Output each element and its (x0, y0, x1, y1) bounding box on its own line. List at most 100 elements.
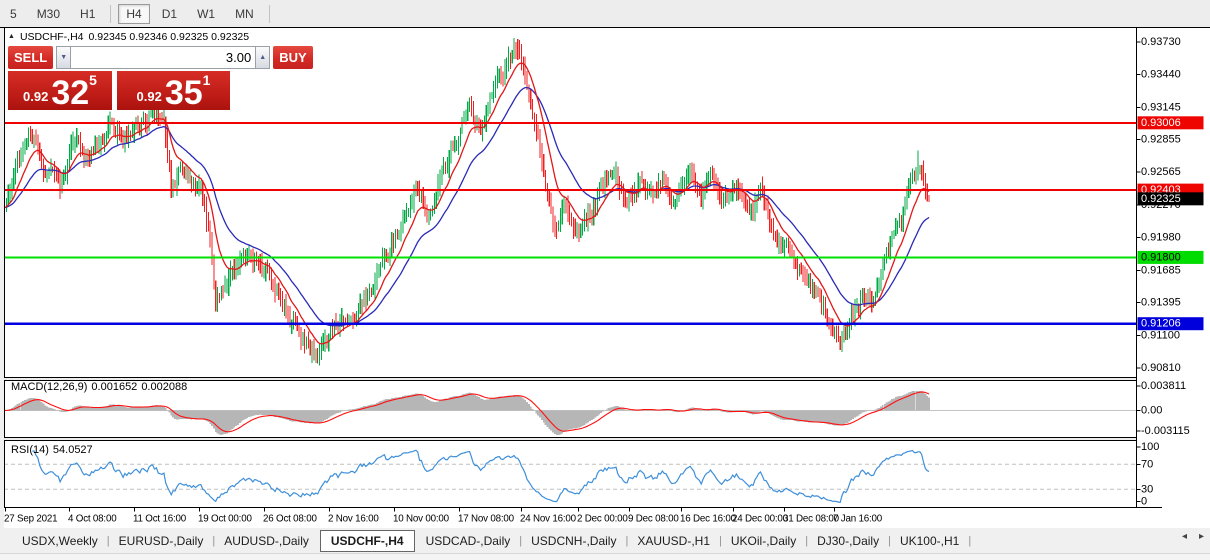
volume-decrease-button[interactable]: ▼ (56, 46, 72, 69)
timeframe-toolbar: 5 M30 H1 H4 D1 W1 MN (0, 0, 1210, 27)
volume-increase-button[interactable]: ▲ (255, 46, 271, 69)
macd-indicator-label: MACD(12,26,9) 0.001652 0.002088 (11, 381, 191, 393)
tab-usdcad-daily[interactable]: USDCAD-,Daily (418, 531, 519, 551)
svg-text:30: 30 (1141, 483, 1153, 495)
svg-text:16 Dec 16:00: 16 Dec 16:00 (680, 514, 737, 525)
tab-dj30-daily[interactable]: DJ30-,Daily (809, 531, 887, 551)
macd-name: MACD(12,26,9) (11, 381, 88, 393)
sell-price-pip-digit: 5 (89, 72, 97, 88)
svg-text:19 Oct 00:00: 19 Oct 00:00 (198, 514, 252, 525)
tab-eurusd-daily[interactable]: EURUSD-,Daily (111, 531, 212, 551)
timeframe-button-d1[interactable]: D1 (154, 4, 185, 24)
sell-price-prefix: 0.92 (23, 89, 49, 104)
timeframe-button-mn[interactable]: MN (227, 4, 262, 24)
svg-text:27 Sep 2021: 27 Sep 2021 (4, 514, 57, 525)
svg-text:0.93440: 0.93440 (1141, 68, 1181, 80)
macd-value-signal: 0.002088 (141, 381, 188, 393)
timeframe-button-h4[interactable]: H4 (118, 3, 150, 24)
chart-ohlc-quotes: 0.92345 0.92346 0.92325 0.92325 (88, 30, 250, 43)
buy-price-pip-digit: 1 (202, 72, 211, 88)
tab-ukoil-daily[interactable]: UKOil-,Daily (723, 531, 804, 551)
buy-price-display[interactable]: 0.92 35 1 (117, 71, 230, 110)
svg-text:0.93730: 0.93730 (1141, 36, 1181, 48)
svg-text:31 Dec 08:00: 31 Dec 08:00 (783, 514, 840, 525)
tab-separator: | (888, 534, 891, 547)
one-click-trading-panel: ▲ USDCHF-,H4 0.92345 0.92346 0.92325 0.9… (8, 30, 313, 110)
tab-uk100-h1[interactable]: UK100-,H1 (892, 531, 967, 551)
svg-text:9 Dec 08:00: 9 Dec 08:00 (628, 514, 679, 525)
timeframe-button-m30[interactable]: M30 (29, 4, 68, 24)
trade-panel-header: ▲ USDCHF-,H4 0.92345 0.92346 0.92325 0.9… (8, 30, 249, 43)
trading-terminal-window: 5 M30 H1 H4 D1 W1 MN 0.93730 0.93440 0.93145 0.92… (0, 0, 1210, 560)
svg-text:7 Jan 16:00: 7 Jan 16:00 (833, 514, 883, 525)
tab-separator: | (719, 534, 722, 547)
tab-separator: | (625, 534, 629, 547)
svg-text:100: 100 (1141, 441, 1159, 453)
rsi-name: RSI(14) (11, 444, 49, 456)
toolbar-separator (110, 4, 112, 23)
macd-value-main: 0.001652 (91, 381, 138, 393)
svg-text:0.92855: 0.92855 (1141, 134, 1181, 146)
svg-text:0.003811: 0.003811 (1141, 380, 1186, 392)
buy-button[interactable]: BUY (273, 46, 313, 69)
tab-separator: | (968, 534, 972, 547)
svg-text:0: 0 (1141, 496, 1147, 508)
svg-text:2 Dec 00:00: 2 Dec 00:00 (577, 514, 628, 525)
chart-tab-bar: USDX,Weekly | EURUSD-,Daily | AUDUSD-,Daily U… (0, 528, 1210, 553)
tab-usdchf-h4[interactable]: USDCHF-,H4 (319, 529, 415, 552)
trade-price-row: 0.92 32 5 0.92 35 1 (8, 71, 230, 110)
svg-text:0.91395: 0.91395 (1141, 297, 1181, 309)
tab-separator: | (212, 534, 216, 547)
rsi-indicator-label: RSI(14) 54.0527 (11, 444, 97, 456)
tab-audusd-daily[interactable]: AUDUSD-,Daily (216, 531, 317, 551)
panel-collapse-icon[interactable]: ▲ (8, 33, 15, 40)
svg-text:24 Dec 00:00: 24 Dec 00:00 (732, 514, 789, 525)
svg-text:2 Nov 16:00: 2 Nov 16:00 (328, 514, 379, 525)
arrow-up-icon: ▲ (259, 54, 267, 61)
svg-text:0.92565: 0.92565 (1141, 166, 1181, 178)
tab-usdcnh-daily[interactable]: USDCNH-,Daily (523, 531, 624, 551)
svg-text:0.91800: 0.91800 (1141, 251, 1181, 263)
svg-text:0.93145: 0.93145 (1141, 101, 1181, 113)
svg-text:0.92325: 0.92325 (1141, 193, 1181, 205)
tab-separator: | (805, 534, 809, 547)
svg-text:0.93006: 0.93006 (1141, 117, 1181, 129)
tab-scroll-arrows: ◂ ▸ (1182, 532, 1204, 542)
timeframe-button-5[interactable]: 5 (2, 4, 25, 24)
volume-stepper: ▼ ▲ (56, 46, 271, 69)
volume-input[interactable] (71, 46, 256, 69)
toolbar-separator (268, 4, 270, 23)
svg-text:0.00: 0.00 (1141, 405, 1162, 417)
svg-text:24 Nov 16:00: 24 Nov 16:00 (520, 514, 577, 525)
sell-price-display[interactable]: 0.92 32 5 (8, 71, 112, 110)
chart-symbol-title: USDCHF-,H4 (19, 30, 84, 43)
svg-text:0.91685: 0.91685 (1141, 264, 1181, 276)
svg-text:0.91100: 0.91100 (1141, 330, 1180, 342)
tabs-scroll-left-icon[interactable]: ◂ (1182, 532, 1187, 542)
svg-text:11 Oct 16:00: 11 Oct 16:00 (133, 514, 187, 525)
tab-separator: | (106, 534, 110, 547)
tabs-scroll-right-icon[interactable]: ▸ (1199, 532, 1204, 542)
svg-text:70: 70 (1141, 458, 1153, 470)
tab-separator: | (519, 534, 523, 547)
svg-text:26 Oct 08:00: 26 Oct 08:00 (263, 514, 317, 525)
timeframe-button-h1[interactable]: H1 (72, 4, 103, 24)
buy-price-big-digits: 35 (164, 74, 203, 112)
svg-text:17 Nov 08:00: 17 Nov 08:00 (458, 514, 515, 525)
arrow-down-icon: ▼ (60, 54, 68, 61)
svg-text:0.90810: 0.90810 (1141, 362, 1181, 374)
timeframe-button-w1[interactable]: W1 (189, 4, 223, 24)
trade-controls-row: SELL ▼ ▲ BUY (8, 46, 313, 69)
window-bottom-edge (0, 553, 1210, 560)
sell-price-big-digits: 32 (51, 74, 90, 112)
svg-text:4 Oct 08:00: 4 Oct 08:00 (68, 514, 117, 525)
tab-xauusd-h1[interactable]: XAUUSD-,H1 (629, 531, 718, 551)
buy-price-prefix: 0.92 (136, 89, 162, 104)
svg-text:0.91206: 0.91206 (1141, 318, 1181, 330)
svg-text:10 Nov 00:00: 10 Nov 00:00 (393, 514, 450, 525)
svg-text:0.91980: 0.91980 (1141, 231, 1181, 243)
svg-text:-0.003115: -0.003115 (1141, 425, 1190, 437)
rsi-value: 54.0527 (52, 444, 93, 456)
tab-usdx-weekly[interactable]: USDX,Weekly (14, 531, 106, 551)
sell-button[interactable]: SELL (8, 46, 54, 69)
